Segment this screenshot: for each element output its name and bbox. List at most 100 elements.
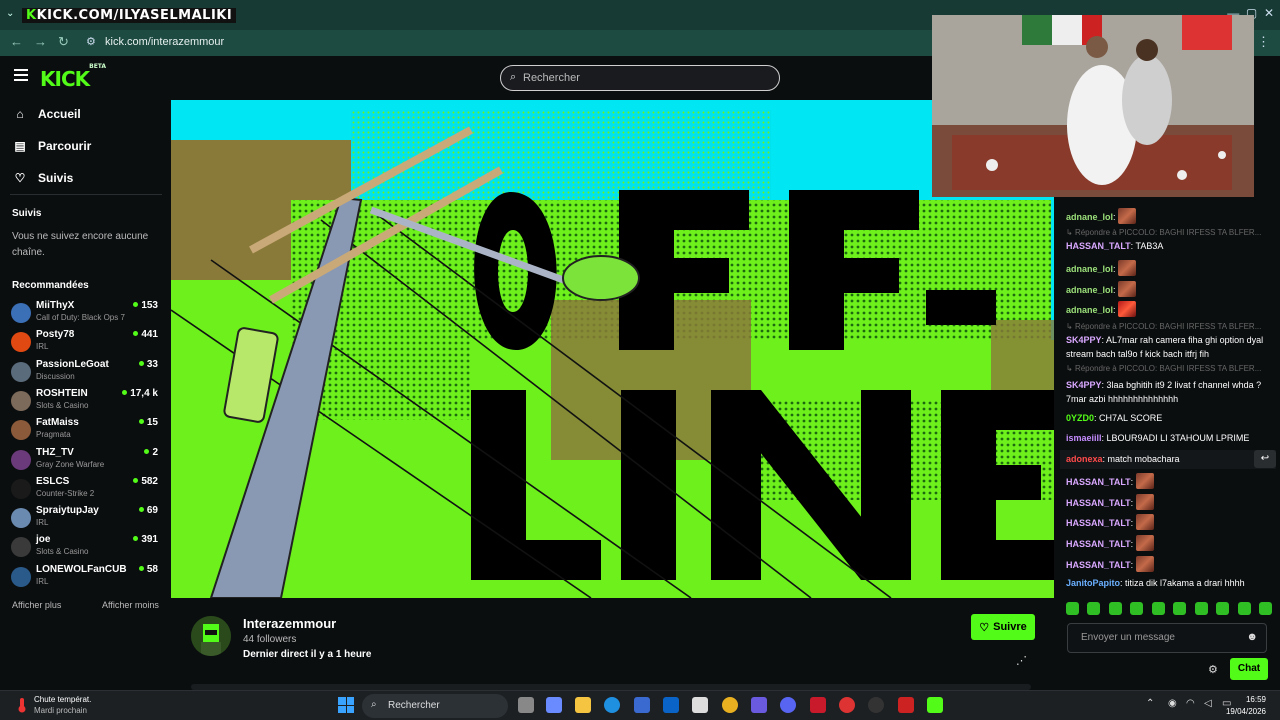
- sidebar-item-home[interactable]: ⌂ Accueil: [14, 104, 80, 124]
- chat-message[interactable]: SK4PPY: AL7mar rah camera fiha ghi optio…: [1066, 333, 1276, 361]
- chat-message[interactable]: ismaeiill: LBOUR9ADI LI 3TAHOUM LPRIME: [1066, 431, 1276, 445]
- recommended-channel[interactable]: LONEWOLFanCUB IRL 58: [10, 564, 160, 590]
- microphone-icon[interactable]: ◉: [1168, 698, 1177, 709]
- chat-send-button[interactable]: Chat: [1230, 658, 1268, 680]
- app-icon[interactable]: [692, 697, 708, 713]
- search-input[interactable]: ⌕ Rechercher: [500, 65, 780, 91]
- chat-message[interactable]: adnane_lol:: [1066, 281, 1276, 297]
- app-icon[interactable]: [839, 697, 855, 713]
- emote-icon[interactable]: [1108, 602, 1122, 615]
- reply-icon[interactable]: ↩: [1254, 450, 1276, 468]
- chat-username[interactable]: HASSAN_TALT: [1066, 560, 1131, 570]
- emote-icon[interactable]: [1216, 602, 1230, 615]
- recommended-channel[interactable]: joe Slots & Casino 391: [10, 534, 160, 560]
- taskbar-search[interactable]: ⌕ Rechercher: [362, 694, 508, 718]
- emote-icon[interactable]: [1066, 602, 1079, 615]
- chat-username[interactable]: adnane_lol: [1066, 212, 1113, 222]
- follow-button[interactable]: ♡ Suivre: [971, 614, 1035, 640]
- chat-message[interactable]: SK4PPY: 3laa bghitih it9 2 livat f chann…: [1066, 378, 1276, 406]
- chat-username[interactable]: HASSAN_TALT: [1066, 477, 1131, 487]
- app-icon[interactable]: [898, 697, 914, 713]
- chat-username[interactable]: SK4PPY: [1066, 335, 1102, 345]
- recommended-channel[interactable]: ESLCS Counter-Strike 2 582: [10, 476, 160, 502]
- chat-username[interactable]: ismaeiill: [1066, 433, 1102, 443]
- chat-message[interactable]: HASSAN_TALT: TAB3A: [1066, 239, 1276, 253]
- windows-start-icon[interactable]: [338, 697, 354, 713]
- emote-icon[interactable]: [1237, 602, 1251, 615]
- chat-username[interactable]: 0YZD0: [1066, 413, 1094, 423]
- weather-icon[interactable]: [14, 697, 30, 713]
- channel-avatar[interactable]: [191, 616, 231, 656]
- chrome-icon[interactable]: [722, 697, 738, 713]
- outlook-icon[interactable]: [663, 697, 679, 713]
- chat-message[interactable]: HASSAN_TALT:: [1066, 514, 1276, 530]
- sidebar-item-browse[interactable]: ▤ Parcourir: [14, 136, 91, 156]
- chat-username[interactable]: SK4PPY: [1066, 380, 1102, 390]
- chat-username[interactable]: adnane_lol: [1066, 305, 1113, 315]
- task-view-icon[interactable]: [518, 697, 534, 713]
- chat-username[interactable]: HASSAN_TALT: [1066, 241, 1131, 251]
- edge-icon[interactable]: [604, 697, 620, 713]
- volume-icon[interactable]: ◁: [1204, 698, 1212, 709]
- emote-icon[interactable]: [1194, 602, 1208, 615]
- discord-icon[interactable]: [780, 697, 796, 713]
- file-explorer-icon[interactable]: [575, 697, 591, 713]
- chat-username[interactable]: adnane_lol: [1066, 285, 1113, 295]
- reply-context[interactable]: ↳ Répondre à PICCOLO: BAGHI IRFESS TA BL…: [1066, 322, 1261, 331]
- recommended-channel[interactable]: PassionLeGoat Discussion 33: [10, 359, 160, 385]
- chat-message[interactable]: adnane_lol:: [1066, 260, 1276, 276]
- chat-username[interactable]: JanitoPapito: [1066, 578, 1120, 588]
- chat-message[interactable]: HASSAN_TALT:: [1066, 473, 1276, 489]
- chat-message[interactable]: HASSAN_TALT:: [1066, 494, 1276, 510]
- recommended-channel[interactable]: Posty78 IRL 441: [10, 329, 160, 355]
- share-icon[interactable]: ⋰: [1016, 654, 1027, 667]
- sidebar-item-following[interactable]: ♡ Suivis: [14, 168, 74, 188]
- store-icon[interactable]: [634, 697, 650, 713]
- recommended-channel[interactable]: THZ_TV Gray Zone Warfare 2: [10, 447, 160, 473]
- gear-icon[interactable]: ⚙: [1208, 663, 1218, 676]
- chevron-up-icon[interactable]: ⌃: [1146, 698, 1154, 709]
- channel-name[interactable]: Interazemmour: [243, 616, 336, 631]
- chat-username[interactable]: adonexa: [1066, 454, 1103, 464]
- chat-message[interactable]: 0YZD0: CH7AL SCORE: [1066, 411, 1276, 425]
- obs-icon[interactable]: [868, 697, 884, 713]
- emote-icon[interactable]: [1130, 602, 1144, 615]
- chat-username[interactable]: HASSAN_TALT: [1066, 539, 1131, 549]
- url-field[interactable]: kick.com/interazemmour: [105, 36, 224, 48]
- emote-icon[interactable]: [1151, 602, 1165, 615]
- wifi-icon[interactable]: ◠: [1186, 698, 1195, 709]
- chat-username[interactable]: adnane_lol: [1066, 264, 1113, 274]
- emote-icon[interactable]: [1173, 602, 1187, 615]
- reply-context[interactable]: ↳ Répondre à PICCOLO: BAGHI IRFESS TA BL…: [1066, 228, 1261, 237]
- adobe-icon[interactable]: [810, 697, 826, 713]
- chat-username[interactable]: HASSAN_TALT: [1066, 498, 1131, 508]
- game-icon[interactable]: [751, 697, 767, 713]
- chat-message[interactable]: JanitoPapito: titiza dik l7akama a drari…: [1066, 576, 1276, 590]
- recommended-channel[interactable]: MiiThyX Call of Duty: Black Ops 7 153: [10, 300, 160, 326]
- tab-list-chevron-icon[interactable]: ⌄: [6, 8, 14, 19]
- recommended-channel[interactable]: SpraiytupJay IRL 69: [10, 505, 160, 531]
- chat-message[interactable]: adnane_lol:: [1066, 208, 1276, 224]
- chat-username[interactable]: HASSAN_TALT: [1066, 518, 1131, 528]
- emoji-picker-icon[interactable]: ☻: [1246, 631, 1258, 643]
- chat-message-input[interactable]: Envoyer un message ☻: [1067, 623, 1267, 653]
- copilot-icon[interactable]: [546, 697, 562, 713]
- emote-icon[interactable]: [1258, 602, 1272, 615]
- menu-icon[interactable]: [14, 69, 28, 81]
- recommended-channel[interactable]: ROSHTEIN Slots & Casino 17,4 k: [10, 388, 160, 414]
- back-icon[interactable]: ←: [10, 34, 23, 49]
- kick-app-icon[interactable]: [927, 697, 943, 713]
- chat-message[interactable]: HASSAN_TALT:: [1066, 535, 1276, 551]
- browser-menu-icon[interactable]: ⋮: [1257, 34, 1270, 50]
- emote-icon[interactable]: [1087, 602, 1101, 615]
- chat-message[interactable]: HASSAN_TALT:: [1066, 556, 1276, 572]
- reload-icon[interactable]: ↻: [58, 34, 69, 50]
- chat-message[interactable]: adnane_lol:: [1066, 301, 1276, 317]
- forward-icon[interactable]: →: [34, 34, 47, 49]
- chat-message[interactable]: adonexa: match mobachara: [1066, 452, 1276, 466]
- site-info-icon[interactable]: ⚙: [86, 35, 96, 48]
- clock[interactable]: 16:59 19/04/2026: [1226, 694, 1266, 718]
- reply-context[interactable]: ↳ Répondre à PICCOLO: BAGHI IRFESS TA BL…: [1066, 364, 1261, 373]
- show-less-link[interactable]: Afficher moins: [102, 600, 159, 610]
- show-more-link[interactable]: Afficher plus: [12, 600, 61, 610]
